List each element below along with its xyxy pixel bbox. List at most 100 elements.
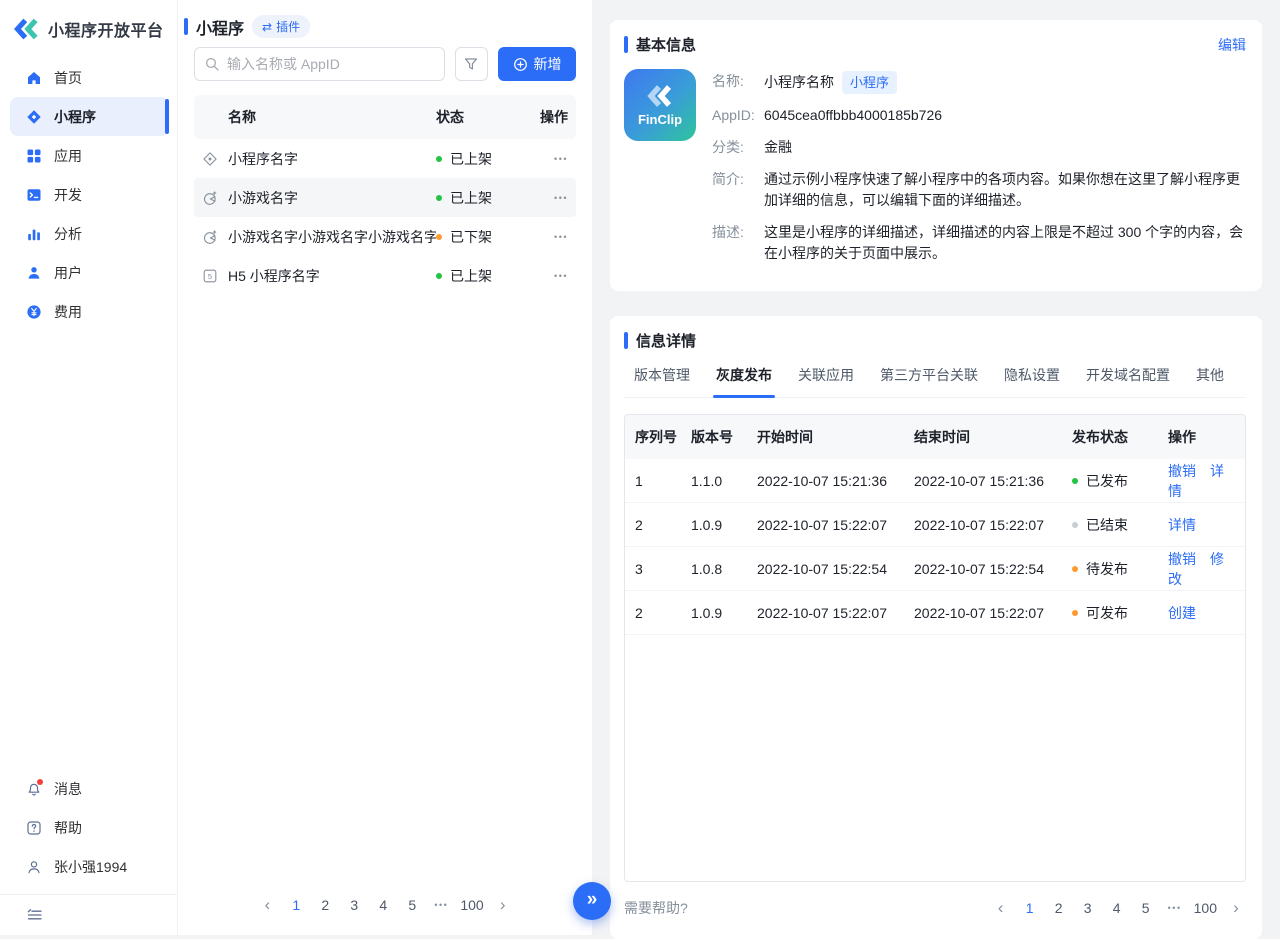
more-actions-icon[interactable]: ••• xyxy=(532,232,568,242)
pagination-page-last[interactable]: 100 xyxy=(1194,900,1217,916)
pagination-page[interactable]: 4 xyxy=(373,897,393,913)
edit-link[interactable]: 编辑 xyxy=(1218,35,1246,55)
minigame-type-icon xyxy=(202,229,228,245)
cell-start: 2022-10-07 15:22:07 xyxy=(747,605,904,621)
table-row: 1 1.1.0 2022-10-07 15:21:36 2022-10-07 1… xyxy=(625,459,1245,503)
miniprogram-icon xyxy=(26,109,42,125)
pagination-ellipsis[interactable]: ••• xyxy=(431,900,451,910)
add-button[interactable]: 新增 xyxy=(498,47,576,81)
search-input[interactable] xyxy=(194,47,445,81)
create-link[interactable]: 创建 xyxy=(1168,605,1196,621)
cell-actions: 撤销修改 xyxy=(1158,549,1245,589)
field-description: 描述: 这里是小程序的详细描述，详细描述的内容上限是不超过 300 个字的内容，… xyxy=(712,222,1246,264)
cell-status: 待发布 xyxy=(1062,559,1158,579)
sidebar-item-develop[interactable]: 开发 xyxy=(10,175,169,214)
sidebar-collapse-button[interactable] xyxy=(0,895,177,935)
search-icon xyxy=(204,56,220,72)
pagination-ellipsis[interactable]: ••• xyxy=(1165,903,1185,913)
basic-info-card: 基本信息 编辑 FinClip 名称: 小程序名称小程序 AppID: 6045… xyxy=(610,20,1262,291)
plugin-switch-badge[interactable]: ⇄ 插件 xyxy=(252,15,310,38)
pagination-prev[interactable]: ‹ xyxy=(257,898,277,912)
tab-linked-apps[interactable]: 关联应用 xyxy=(798,365,854,385)
list-item-minigame[interactable]: 小游戏名字 已上架 ••• xyxy=(194,178,576,217)
detail-pagination: ‹ 1 2 3 4 5 ••• 100 › xyxy=(991,900,1246,916)
more-actions-icon[interactable]: ••• xyxy=(532,193,568,203)
details-link[interactable]: 详情 xyxy=(1168,517,1196,533)
basic-info-title: 基本信息 xyxy=(636,34,696,55)
tab-gray-release[interactable]: 灰度发布 xyxy=(716,365,772,385)
field-name: 名称: 小程序名称小程序 xyxy=(712,71,1246,94)
status-dot xyxy=(1072,566,1078,572)
status-dot xyxy=(1072,478,1078,484)
cell-seq: 2 xyxy=(625,605,681,621)
type-badge: 小程序 xyxy=(842,71,897,94)
panel-title: 小程序 xyxy=(196,15,244,39)
cell-status: 已发布 xyxy=(1062,471,1158,491)
sidebar-item-billing[interactable]: 费用 xyxy=(10,292,169,331)
pagination-prev[interactable]: ‹ xyxy=(991,901,1011,915)
pagination-page-last[interactable]: 100 xyxy=(460,897,483,913)
cell-seq: 1 xyxy=(625,473,681,489)
pagination-page[interactable]: 3 xyxy=(1078,900,1098,916)
field-intro: 简介: 通过示例小程序快速了解小程序中的各项内容。如果你想在这里了解小程序更加详… xyxy=(712,169,1246,211)
column-release-status: 发布状态 xyxy=(1062,427,1158,447)
pagination-page[interactable]: 2 xyxy=(1049,900,1069,916)
pagination-page[interactable]: 3 xyxy=(344,897,364,913)
funnel-icon xyxy=(463,56,479,72)
pagination-page[interactable]: 5 xyxy=(1136,900,1156,916)
sidebar-item-home[interactable]: 首页 xyxy=(10,58,169,97)
pagination-page[interactable]: 1 xyxy=(286,897,306,913)
cell-version: 1.1.0 xyxy=(681,473,747,489)
list-item-minigame-long[interactable]: 小游戏名字小游戏名字小游戏名字 已下架 ••• xyxy=(194,217,576,256)
field-category: 分类: 金融 xyxy=(712,137,1246,158)
pagination-next[interactable]: › xyxy=(493,898,513,912)
status-dot xyxy=(436,273,442,279)
add-button-label: 新增 xyxy=(534,54,562,74)
filter-button[interactable] xyxy=(455,47,488,81)
release-table-header: 序列号 版本号 开始时间 结束时间 发布状态 操作 xyxy=(625,415,1245,459)
sidebar-item-label: 应用 xyxy=(54,146,82,166)
sidebar-item-label: 费用 xyxy=(54,302,82,322)
pagination-page[interactable]: 5 xyxy=(402,897,422,913)
sidebar-item-label: 开发 xyxy=(54,185,82,205)
list-item-h5[interactable]: 5 H5 小程序名字 已上架 ••• xyxy=(194,256,576,295)
sidebar-item-help[interactable]: 帮助 xyxy=(0,808,177,847)
pagination-page[interactable]: 4 xyxy=(1107,900,1127,916)
tab-other[interactable]: 其他 xyxy=(1196,365,1224,385)
sidebar-item-miniprogram[interactable]: 小程序 xyxy=(10,97,169,136)
help-text[interactable]: 需要帮助? xyxy=(624,898,688,918)
help-icon xyxy=(26,820,42,836)
revoke-link[interactable]: 撤销 xyxy=(1168,463,1196,479)
pagination-next[interactable]: › xyxy=(1226,901,1246,915)
sidebar-item-label: 帮助 xyxy=(54,818,82,838)
column-start-time: 开始时间 xyxy=(747,427,904,447)
cell-start: 2022-10-07 15:22:54 xyxy=(747,561,904,577)
cell-version: 1.0.9 xyxy=(681,605,747,621)
cell-status: 可发布 xyxy=(1062,603,1158,623)
sidebar-item-users[interactable]: 用户 xyxy=(10,253,169,292)
sidebar-item-account[interactable]: 张小强1994 xyxy=(0,847,177,886)
more-actions-icon[interactable]: ••• xyxy=(532,271,568,281)
expand-panel-button[interactable]: » xyxy=(573,882,611,920)
sidebar-item-analytics[interactable]: 分析 xyxy=(10,214,169,253)
tab-dev-domain-config[interactable]: 开发域名配置 xyxy=(1086,365,1170,385)
sidebar-item-messages[interactable]: 消息 xyxy=(0,769,177,808)
table-row: 2 1.0.9 2022-10-07 15:22:07 2022-10-07 1… xyxy=(625,591,1245,635)
title-marker xyxy=(184,18,188,35)
tab-third-party-platform[interactable]: 第三方平台关联 xyxy=(880,365,978,385)
more-actions-icon[interactable]: ••• xyxy=(532,154,568,164)
item-name: H5 小程序名字 xyxy=(228,266,436,286)
list-item-miniprogram[interactable]: 小程序名字 已上架 ••• xyxy=(194,139,576,178)
tab-version-management[interactable]: 版本管理 xyxy=(634,365,690,385)
sidebar-item-apps[interactable]: 应用 xyxy=(10,136,169,175)
info-detail-card: 信息详情 版本管理 灰度发布 关联应用 第三方平台关联 隐私设置 开发域名配置 … xyxy=(610,316,1262,939)
cell-seq: 2 xyxy=(625,517,681,533)
tab-privacy-settings[interactable]: 隐私设置 xyxy=(1004,365,1060,385)
collapse-menu-icon xyxy=(26,907,43,923)
table-row: 2 1.0.9 2022-10-07 15:22:07 2022-10-07 1… xyxy=(625,503,1245,547)
pagination-page[interactable]: 1 xyxy=(1020,900,1040,916)
cell-actions: 详情 xyxy=(1158,515,1245,535)
item-name: 小游戏名字小游戏名字小游戏名字 xyxy=(228,227,436,247)
revoke-link[interactable]: 撤销 xyxy=(1168,551,1196,567)
pagination-page[interactable]: 2 xyxy=(315,897,335,913)
